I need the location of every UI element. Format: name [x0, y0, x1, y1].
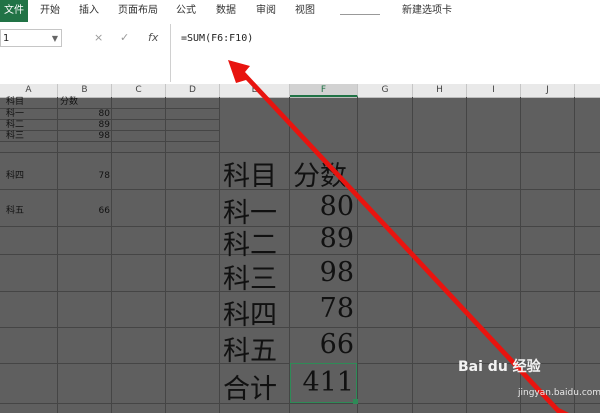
annotation-arrow [228, 60, 569, 413]
watermark-site: jingyan.baidu.com [518, 388, 600, 398]
baidu-jingyan-logo: Bai du 经验 [458, 359, 541, 375]
